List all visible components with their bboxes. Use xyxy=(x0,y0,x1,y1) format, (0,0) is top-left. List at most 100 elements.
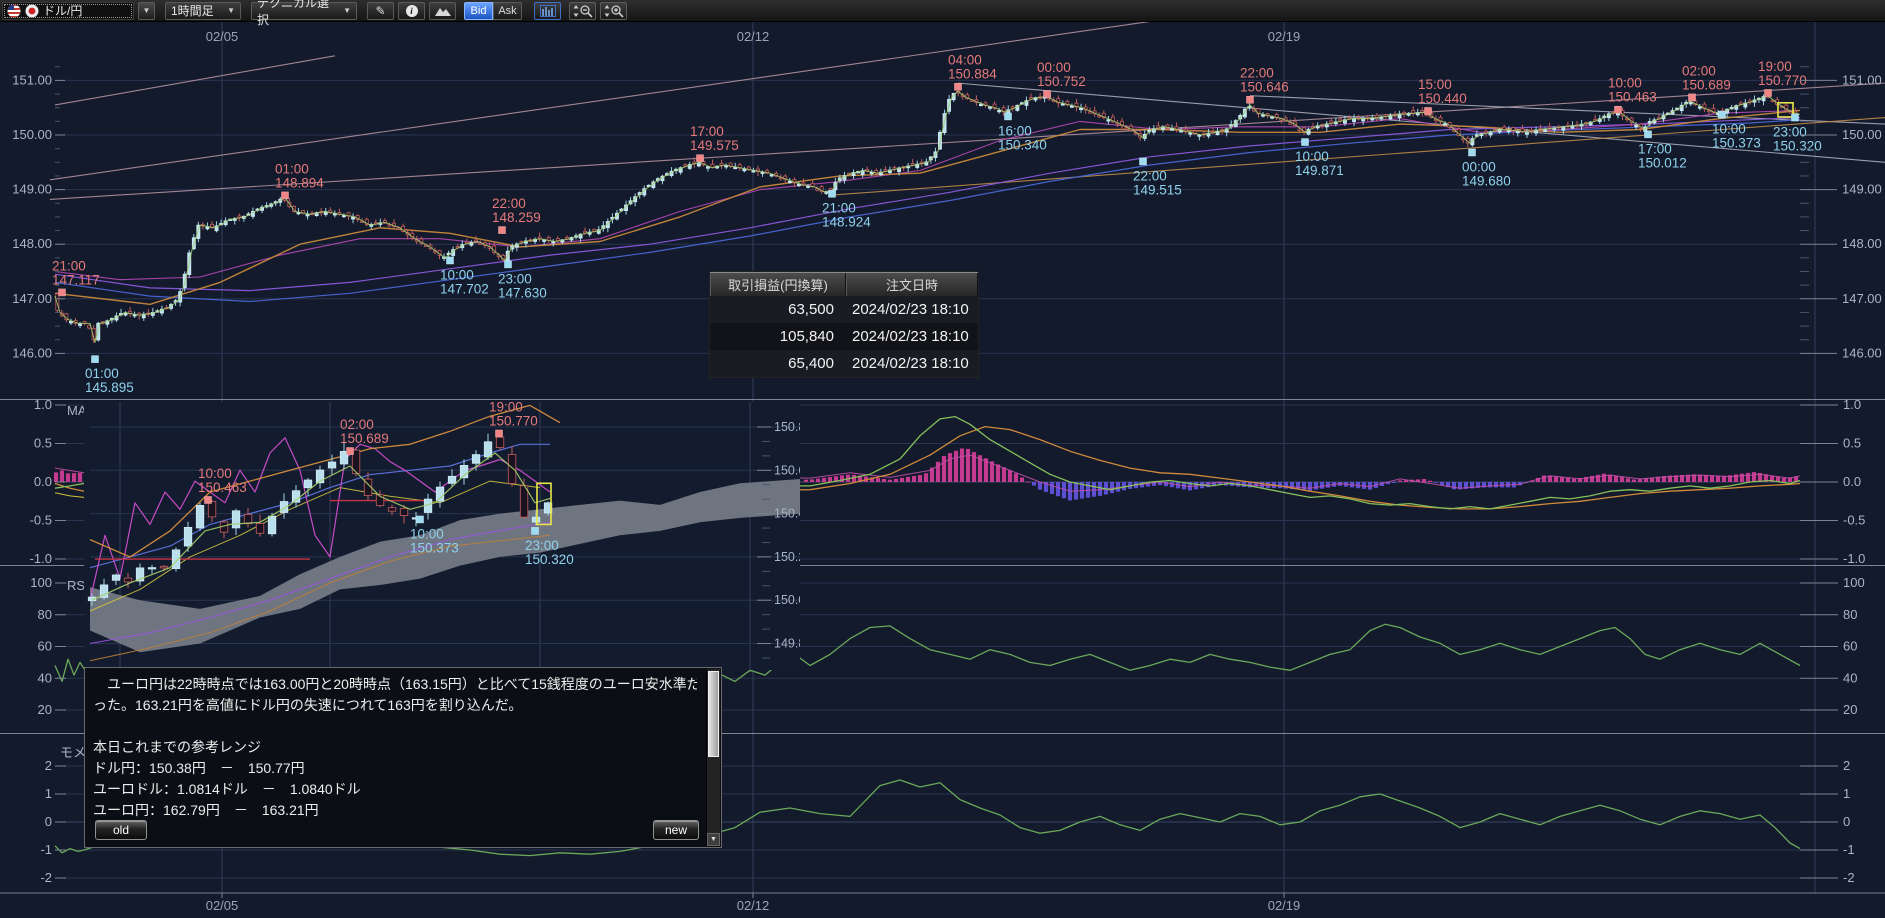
svg-text:150.752: 150.752 xyxy=(1037,74,1086,89)
bid-button[interactable]: Bid xyxy=(464,2,493,20)
bid-ask-toggle: Bid Ask xyxy=(464,2,522,20)
extreme-marker xyxy=(499,227,506,234)
extreme-marker xyxy=(92,356,99,363)
svg-text:20: 20 xyxy=(1843,702,1857,717)
svg-text:148.894: 148.894 xyxy=(275,175,324,190)
svg-text:-1.0: -1.0 xyxy=(1843,551,1865,566)
header-pl: 取引損益(円換算) xyxy=(710,273,846,296)
svg-text:10:00: 10:00 xyxy=(1295,149,1329,164)
news-line: った。163.21円を高値にドル円の失速につれて163円を割り込んだ。 xyxy=(93,695,697,716)
svg-text:22:00: 22:00 xyxy=(1133,168,1167,183)
svg-text:149.871: 149.871 xyxy=(1295,163,1344,178)
svg-text:-2: -2 xyxy=(40,870,52,885)
market-news-panel[interactable]: ユーロ円は22時時点では163.00円と20時時点（163.15円）と比べて15… xyxy=(84,667,722,848)
news-line: ドル円：150.38円 － 150.77円 xyxy=(93,758,697,779)
svg-text:00:00: 00:00 xyxy=(1037,60,1071,75)
scrollbar[interactable]: ▼ xyxy=(706,669,720,846)
svg-text:21:00: 21:00 xyxy=(822,201,856,216)
svg-text:147.630: 147.630 xyxy=(498,285,547,300)
pencil-icon: ✎ xyxy=(375,4,385,18)
new-button[interactable]: new xyxy=(653,820,699,840)
new-label: new xyxy=(665,823,687,837)
currency-pair-selector[interactable]: ドル/円 xyxy=(2,2,134,20)
svg-text:80: 80 xyxy=(1843,607,1857,622)
inset-chart-svg[interactable]: 10:00150.46302:00150.68919:00150.77010:0… xyxy=(84,402,800,670)
toolbar: ドル/円 ▼ 1時間足 ▼ テクニカル選択 ▼ ✎ i Bid Ask xyxy=(0,0,1885,22)
svg-text:19:00: 19:00 xyxy=(1758,59,1792,74)
zoom-in-button[interactable] xyxy=(600,2,627,20)
svg-text:150.689: 150.689 xyxy=(1682,77,1731,92)
svg-text:149.515: 149.515 xyxy=(1133,182,1182,197)
table-row[interactable]: 65,400 2024/02/23 18:10 xyxy=(710,350,978,377)
svg-text:150.00: 150.00 xyxy=(12,127,52,142)
svg-text:150.0: 150.0 xyxy=(774,593,800,607)
table-row[interactable]: 105,840 2024/02/23 18:10 xyxy=(710,323,978,350)
svg-text:23:00: 23:00 xyxy=(1773,125,1807,140)
svg-text:2: 2 xyxy=(45,758,52,773)
svg-text:150.646: 150.646 xyxy=(1240,80,1289,95)
svg-text:02/19: 02/19 xyxy=(1268,898,1301,913)
pair-label: ドル/円 xyxy=(43,2,82,19)
svg-text:02/05: 02/05 xyxy=(206,29,239,44)
extreme-marker xyxy=(205,496,212,503)
volume-chart-button[interactable] xyxy=(534,2,561,20)
extreme-marker xyxy=(347,448,354,455)
jp-flag-icon xyxy=(25,4,39,18)
news-text: ユーロ円は22時時点では163.00円と20時時点（163.15円）と比べて15… xyxy=(93,674,697,821)
svg-text:150.00: 150.00 xyxy=(1842,127,1882,142)
chevron-down-icon: ▼ xyxy=(227,6,235,15)
fx-trading-app: ドル/円 ▼ 1時間足 ▼ テクニカル選択 ▼ ✎ i Bid Ask xyxy=(0,0,1885,918)
svg-text:02:00: 02:00 xyxy=(1682,63,1716,78)
svg-text:0.0: 0.0 xyxy=(1843,474,1861,489)
svg-text:0: 0 xyxy=(45,814,52,829)
svg-text:16:00: 16:00 xyxy=(998,123,1032,138)
ask-button[interactable]: Ask xyxy=(493,2,522,20)
svg-text:150.2: 150.2 xyxy=(774,550,800,564)
table-row[interactable]: 63,500 2024/02/23 18:10 xyxy=(710,296,978,323)
draw-tool-button[interactable]: ✎ xyxy=(367,2,394,20)
old-button[interactable]: old xyxy=(95,820,147,840)
svg-text:23:00: 23:00 xyxy=(498,271,532,286)
extreme-marker xyxy=(829,190,836,197)
us-flag-icon xyxy=(7,4,21,18)
info-icon: i xyxy=(406,5,418,17)
extreme-marker xyxy=(1425,107,1432,114)
extreme-marker xyxy=(1645,131,1652,138)
inset-chart-window[interactable]: 10:00150.46302:00150.68919:00150.77010:0… xyxy=(84,402,800,670)
svg-text:02/19: 02/19 xyxy=(1268,29,1301,44)
svg-text:0.5: 0.5 xyxy=(1843,436,1861,451)
extreme-marker xyxy=(1005,113,1012,120)
svg-text:150.320: 150.320 xyxy=(525,552,574,567)
svg-text:150.4: 150.4 xyxy=(774,507,800,521)
svg-text:150.373: 150.373 xyxy=(1712,136,1761,151)
svg-text:100: 100 xyxy=(30,575,52,590)
svg-text:149.575: 149.575 xyxy=(690,138,739,153)
svg-text:10:00: 10:00 xyxy=(410,526,444,541)
extreme-marker xyxy=(1140,158,1147,165)
bars-icon xyxy=(540,5,556,17)
svg-text:22:00: 22:00 xyxy=(1240,66,1274,81)
svg-text:149.8: 149.8 xyxy=(774,637,800,651)
svg-text:-1.0: -1.0 xyxy=(30,551,52,566)
trade-pl-table[interactable]: 取引損益(円換算) 注文日時 63,500 2024/02/23 18:10 1… xyxy=(710,272,978,377)
pl-value: 105,840 xyxy=(710,323,846,350)
svg-text:146.00: 146.00 xyxy=(1842,345,1882,360)
timeframe-label: 1時間足 xyxy=(171,2,214,19)
chart-style-button[interactable] xyxy=(429,2,456,20)
svg-text:-2: -2 xyxy=(1843,870,1855,885)
zoom-out-button[interactable] xyxy=(569,2,596,20)
info-button[interactable]: i xyxy=(398,2,425,20)
svg-text:150.440: 150.440 xyxy=(1418,91,1467,106)
svg-text:150.770: 150.770 xyxy=(1758,73,1807,88)
technical-select[interactable]: テクニカル選択 ▼ xyxy=(251,2,357,20)
svg-text:02:00: 02:00 xyxy=(340,417,374,432)
pair-dropdown-button[interactable]: ▼ xyxy=(138,2,155,20)
table-header-row: 取引損益(円換算) 注文日時 xyxy=(710,273,978,296)
scroll-down-button[interactable]: ▼ xyxy=(707,833,720,846)
svg-text:148.00: 148.00 xyxy=(12,236,52,251)
chevron-down-icon: ▼ xyxy=(343,6,351,15)
timeframe-select[interactable]: 1時間足 ▼ xyxy=(165,2,241,20)
scrollbar-thumb[interactable] xyxy=(708,671,719,757)
svg-text:145.895: 145.895 xyxy=(85,380,134,395)
extreme-marker xyxy=(496,430,503,437)
